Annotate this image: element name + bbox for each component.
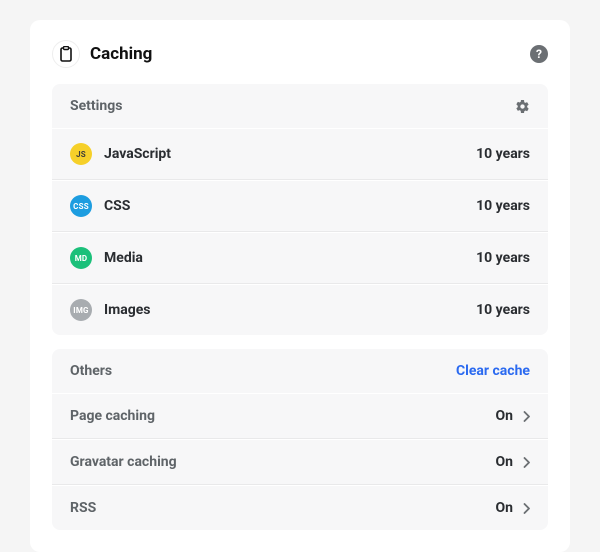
other-label: RSS <box>70 500 496 516</box>
setting-row-css[interactable]: CSS CSS 10 years <box>52 180 548 232</box>
gear-icon[interactable] <box>515 99 530 114</box>
others-header: Others Clear cache <box>52 349 548 393</box>
other-row-rss[interactable]: RSS On <box>52 485 548 530</box>
setting-value: 10 years <box>476 302 530 318</box>
others-header-title: Others <box>70 363 456 379</box>
setting-label: Images <box>104 302 476 318</box>
media-icon: MD <box>70 247 92 269</box>
caching-card: Caching ? Settings JS JavaScript 10 year… <box>30 20 570 552</box>
clear-cache-link[interactable]: Clear cache <box>456 363 530 379</box>
settings-header-title: Settings <box>70 98 515 114</box>
setting-row-javascript[interactable]: JS JavaScript 10 years <box>52 128 548 180</box>
settings-section: Settings JS JavaScript 10 years CSS CSS … <box>52 84 548 335</box>
other-row-gravatar-caching[interactable]: Gravatar caching On <box>52 439 548 485</box>
other-row-page-caching[interactable]: Page caching On <box>52 393 548 439</box>
other-value: On <box>496 454 514 470</box>
setting-value: 10 years <box>476 250 530 266</box>
setting-label: JavaScript <box>104 146 476 162</box>
other-label: Gravatar caching <box>70 454 496 470</box>
settings-header: Settings <box>52 84 548 128</box>
others-section: Others Clear cache Page caching On Grava… <box>52 349 548 530</box>
card-title: Caching <box>90 44 520 64</box>
setting-value: 10 years <box>476 146 530 162</box>
chevron-right-icon <box>523 457 530 468</box>
setting-label: CSS <box>104 198 476 214</box>
other-value: On <box>496 500 514 516</box>
help-icon[interactable]: ? <box>530 45 548 63</box>
chevron-right-icon <box>523 503 530 514</box>
setting-row-media[interactable]: MD Media 10 years <box>52 232 548 284</box>
chevron-right-icon <box>523 411 530 422</box>
card-header: Caching ? <box>52 40 548 68</box>
clipboard-icon <box>52 40 80 68</box>
setting-label: Media <box>104 250 476 266</box>
image-icon: IMG <box>70 299 92 321</box>
js-icon: JS <box>70 143 92 165</box>
setting-row-images[interactable]: IMG Images 10 years <box>52 284 548 335</box>
other-label: Page caching <box>70 408 496 424</box>
css-icon: CSS <box>70 195 92 217</box>
other-value: On <box>496 408 514 424</box>
setting-value: 10 years <box>476 198 530 214</box>
